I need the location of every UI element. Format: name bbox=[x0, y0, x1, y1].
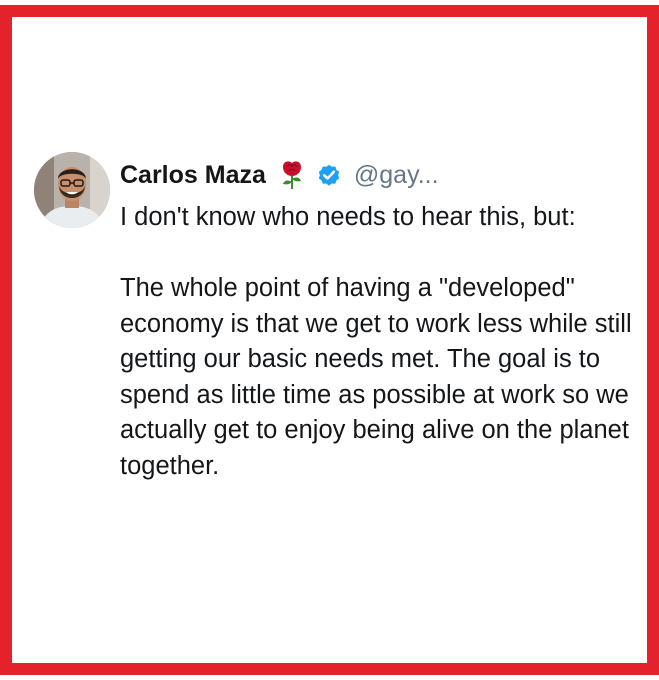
author-handle[interactable]: @gay... bbox=[354, 161, 439, 190]
red-frame: Carlos Maza @gay... I don't know who nee… bbox=[0, 5, 659, 675]
avatar[interactable] bbox=[34, 152, 110, 228]
rose-icon bbox=[280, 160, 304, 190]
avatar-photo bbox=[34, 152, 110, 228]
tweet-body: I don't know who needs to hear this, but… bbox=[120, 203, 632, 480]
author-name[interactable]: Carlos Maza bbox=[120, 161, 266, 190]
tweet-header: Carlos Maza @gay... bbox=[120, 155, 439, 195]
verified-badge-icon bbox=[316, 162, 342, 188]
